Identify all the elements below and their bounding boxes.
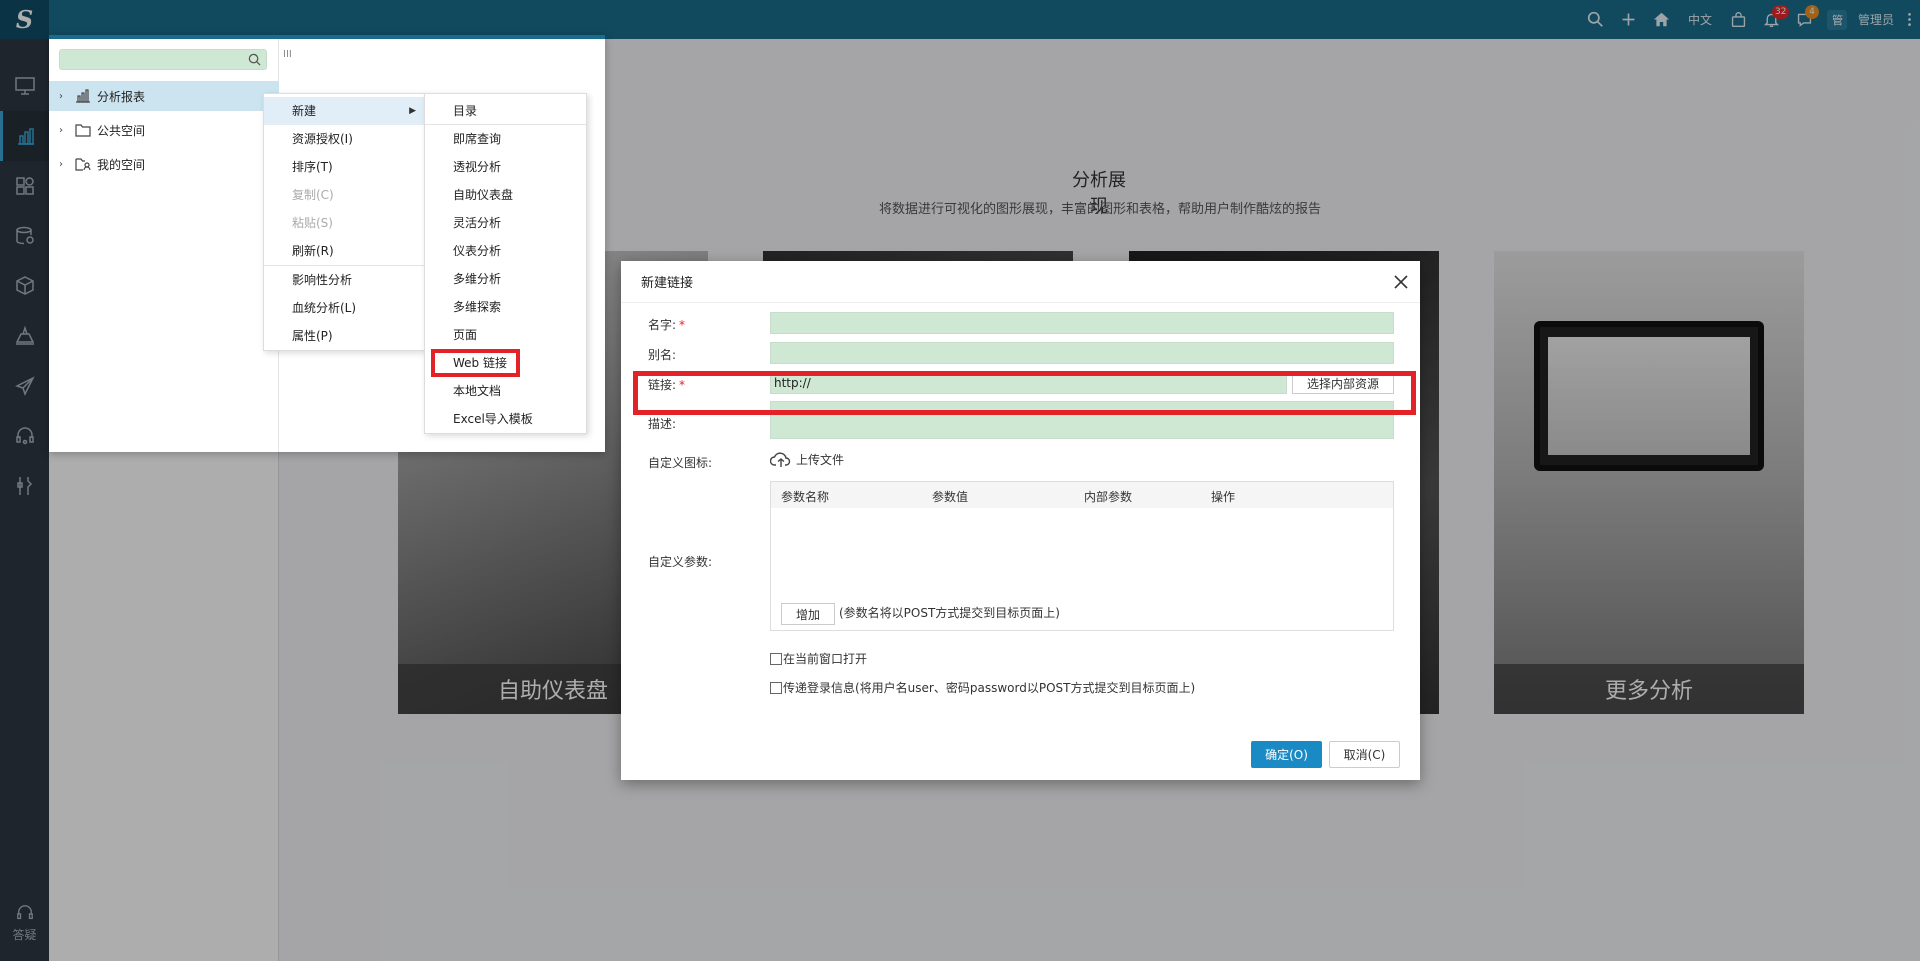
name-label: 名字: * (648, 316, 685, 333)
open-in-current-window-checkbox[interactable]: 在当前窗口打开 (770, 650, 867, 667)
submenu-item-adhoc-query[interactable]: 即席查询 (425, 125, 586, 153)
submenu-item-local-document[interactable]: 本地文档 (425, 377, 586, 405)
upload-label: 上传文件 (796, 452, 845, 467)
expand-arrow-icon[interactable]: › (59, 125, 71, 136)
submenu-item-dashboard[interactable]: 自助仪表盘 (425, 181, 586, 209)
menu-item-refresh[interactable]: 刷新(R) (264, 237, 424, 265)
menu-item-sort[interactable]: 排序(T) (264, 153, 424, 181)
menu-item-copy[interactable]: 复制(C) (264, 181, 424, 209)
tree-item-label: 分析报表 (97, 89, 146, 104)
cloud-upload-icon (770, 452, 791, 467)
tree-item-my-space[interactable]: › 我的空间 (49, 149, 279, 179)
tree-item-analysis-reports[interactable]: › 分析报表 (49, 81, 279, 111)
custom-params-label: 自定义参数: (648, 555, 713, 569)
tree-item-label: 公共空间 (97, 123, 146, 138)
menu-item-authorize[interactable]: 资源授权(I) (264, 125, 424, 153)
submenu-item-page[interactable]: 页面 (425, 321, 586, 349)
params-table: 参数名称 参数值 内部参数 操作 增加 (参数名将以POST方式提交到目标页面上… (770, 481, 1394, 631)
description-label: 描述: (648, 417, 677, 431)
user-folder-icon (75, 158, 91, 171)
add-param-note: (参数名将以POST方式提交到目标页面上) (839, 606, 1060, 620)
submenu-item-folder[interactable]: 目录 (425, 97, 586, 125)
submenu-item-web-link[interactable]: Web 链接 (431, 349, 520, 377)
cancel-button[interactable]: 取消(C) (1329, 741, 1400, 768)
close-icon[interactable] (1392, 273, 1410, 291)
panel-splitter[interactable]: III (283, 49, 292, 60)
column-param-value: 参数值 (932, 490, 969, 504)
resource-tree: › 分析报表 › 公共空间 › 我的空间 (49, 39, 279, 452)
menu-item-impact-analysis[interactable]: 影响性分析 (264, 266, 424, 294)
new-link-dialog: 新建链接 名字: * 别名: 链接: * http:// 选择内部资源 描述: 自定… (621, 261, 1420, 780)
highlight-link-row (633, 371, 1416, 415)
submenu-item-flexible-analysis[interactable]: 灵活分析 (425, 209, 586, 237)
tree-item-label: 我的空间 (97, 157, 146, 172)
search-icon[interactable] (248, 53, 261, 66)
submenu-arrow-icon: ▶ (409, 106, 416, 116)
checkbox-label: 在当前窗口打开 (783, 652, 868, 666)
column-internal-param: 内部参数 (1084, 490, 1133, 504)
new-submenu: 目录 即席查询 透视分析 自助仪表盘 灵活分析 仪表分析 多维分析 多维探索 页… (424, 93, 587, 434)
tree-search-input[interactable] (59, 49, 267, 70)
menu-item-label: 新建 (292, 104, 317, 118)
add-param-button[interactable]: 增加 (781, 603, 835, 625)
checkbox-label: 传递登录信息(将用户名user、密码password以POST方式提交到目标页面… (783, 681, 1196, 695)
submenu-item-pivot-analysis[interactable]: 透视分析 (425, 153, 586, 181)
upload-file-button[interactable]: 上传文件 (770, 450, 844, 468)
tree-item-public-space[interactable]: › 公共空间 (49, 115, 279, 145)
required-mark: * (679, 318, 686, 332)
checkbox-box[interactable] (770, 652, 782, 665)
folder-icon (75, 124, 91, 137)
column-param-name: 参数名称 (781, 490, 830, 504)
checkbox-box[interactable] (770, 681, 782, 694)
expand-arrow-icon[interactable]: › (59, 159, 71, 170)
custom-icon-label: 自定义图标: (648, 456, 713, 470)
alias-label: 别名: (648, 348, 677, 362)
ok-button[interactable]: 确定(O) (1251, 741, 1322, 768)
params-table-header: 参数名称 参数值 内部参数 操作 (771, 482, 1393, 508)
name-label-text: 名字: (648, 318, 677, 332)
menu-item-new[interactable]: 新建 ▶ (264, 97, 424, 125)
chart-icon (76, 89, 90, 103)
dialog-title: 新建链接 (621, 261, 1420, 303)
menu-item-paste[interactable]: 粘贴(S) (264, 209, 424, 237)
alias-field[interactable] (770, 342, 1394, 364)
submenu-item-gauge-analysis[interactable]: 仪表分析 (425, 237, 586, 265)
column-operation: 操作 (1211, 490, 1236, 504)
submenu-item-olap-explore[interactable]: 多维探索 (425, 293, 586, 321)
menu-item-properties[interactable]: 属性(P) (264, 322, 424, 350)
menu-item-lineage-analysis[interactable]: 血统分析(L) (264, 294, 424, 322)
context-menu: 新建 ▶ 资源授权(I) 排序(T) 复制(C) 粘贴(S) 刷新(R) 影响性… (263, 93, 425, 351)
pass-login-info-checkbox[interactable]: 传递登录信息(将用户名user、密码password以POST方式提交到目标页面… (770, 679, 1195, 696)
submenu-item-olap-analysis[interactable]: 多维分析 (425, 265, 586, 293)
expand-arrow-icon[interactable]: › (59, 91, 71, 102)
submenu-item-excel-import-template[interactable]: Excel导入模板 (425, 405, 586, 433)
name-field[interactable] (770, 312, 1394, 334)
